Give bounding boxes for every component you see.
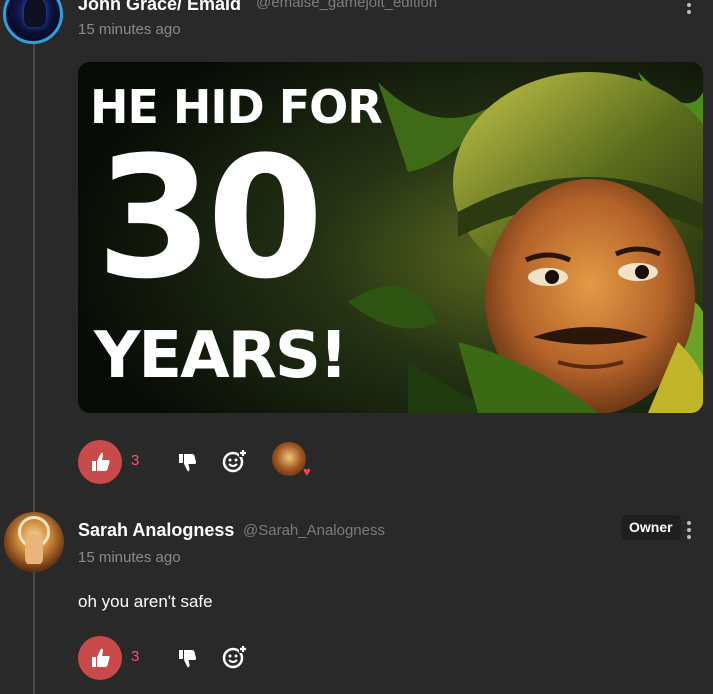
thumbs-down-icon (179, 650, 197, 668)
reply-time: 15 minutes ago (78, 549, 181, 566)
dislike-button[interactable] (176, 451, 198, 473)
reply-action-bar: 3 (78, 636, 278, 680)
thumbs-down-icon (179, 454, 197, 472)
reply-dislike-button[interactable] (176, 647, 198, 669)
more-vertical-icon[interactable] (687, 0, 691, 17)
owner-badge: Owner (621, 515, 681, 540)
post-image[interactable]: HE HID FOR 30 YEARS! (78, 62, 703, 413)
add-reaction-icon (222, 645, 247, 669)
like-button[interactable] (78, 440, 122, 484)
avatar-figure (24, 0, 46, 27)
thread-line (33, 40, 35, 694)
reply-text: oh you aren't safe (78, 592, 213, 611)
reaction-user[interactable]: ♥ (272, 442, 311, 482)
reply-author-handle[interactable]: @Sarah_Analogness (243, 522, 385, 539)
reply-author-name[interactable]: Sarah Analogness (78, 520, 234, 541)
avatar-body (25, 534, 43, 564)
avatar-john-grace[interactable] (3, 0, 63, 44)
like-count: 3 (131, 452, 140, 469)
avatar-sarah-analogness[interactable] (4, 512, 64, 572)
heart-icon: ♥ (303, 464, 311, 479)
author-handle[interactable]: @emaise_gamejolt_edition (256, 0, 437, 11)
reactor-avatar (272, 442, 306, 476)
add-reaction-button[interactable] (222, 448, 248, 474)
thumbs-up-icon (92, 452, 110, 471)
reply-like-button[interactable] (78, 636, 122, 680)
reply-like-count: 3 (131, 648, 140, 665)
add-reaction-icon (222, 449, 247, 473)
post-time: 15 minutes ago (78, 21, 181, 38)
author-name[interactable]: John Grace/ Emaid (78, 0, 241, 15)
thumbs-up-icon (92, 648, 110, 667)
post-action-bar: 3 ♥ (78, 440, 338, 484)
comment-thread: John Grace/ Emaid @emaise_gamejolt_editi… (0, 0, 713, 694)
reply-add-reaction-button[interactable] (222, 644, 248, 670)
thumbnail-line2: 30 (96, 120, 324, 316)
more-vertical-icon[interactable] (687, 521, 691, 542)
thumbnail-line3: YEARS! (94, 319, 348, 393)
